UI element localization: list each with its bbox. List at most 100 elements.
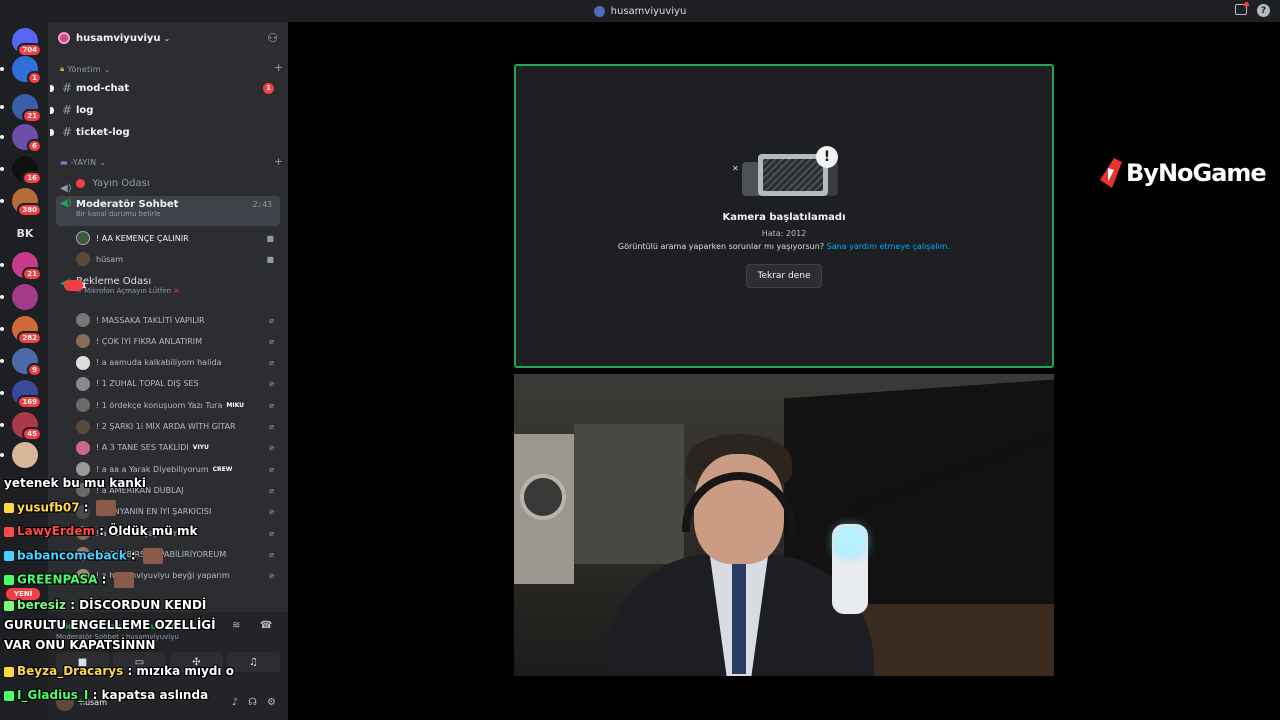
unread-pill bbox=[0, 423, 4, 427]
channel-label: Yayın Odası bbox=[92, 178, 150, 189]
live-dot-icon bbox=[76, 178, 85, 188]
help-link[interactable]: Sana yardım etmeye çalışalım. bbox=[827, 242, 951, 251]
voice-channel-bekleme[interactable]: ◀) Bekleme Odası ✕ Mikrofon Açmayın Lütf… bbox=[56, 276, 280, 306]
server-icon[interactable]: 282 bbox=[0, 316, 42, 345]
channel-ticket-log[interactable]: # ticket-log bbox=[50, 122, 280, 142]
server-icon[interactable]: 45 bbox=[0, 412, 42, 441]
server-icon[interactable]: 380 bbox=[0, 188, 42, 217]
help-icon[interactable]: ? bbox=[1257, 4, 1270, 17]
voice-user[interactable]: ! DÜNYANIN EN İYİ ŞARKICISI ⌀ bbox=[76, 502, 284, 522]
avatar[interactable] bbox=[56, 693, 74, 711]
server-icon[interactable]: 1 bbox=[0, 56, 42, 85]
avatar bbox=[76, 376, 90, 391]
voice-user[interactable]: ! a aamuda kalkabiliyom halida ⌀ bbox=[76, 353, 284, 373]
unread-pill bbox=[0, 359, 4, 363]
unread-pill bbox=[0, 391, 4, 395]
server-icon[interactable]: 9 bbox=[0, 348, 42, 377]
camera-error-illustration: ✕ ! bbox=[732, 146, 842, 204]
channel-status-text: Mikrofon Açmayın Lütfen bbox=[84, 287, 172, 295]
soundboard-button[interactable]: ♫ bbox=[227, 652, 280, 672]
server-badge: 6 bbox=[27, 139, 42, 153]
voice-user[interactable]: ! 1 ördekçe konuşuom Yazı Tura MIKU ⌀ bbox=[76, 395, 284, 415]
username: ! 2 ŞARKI 1i MİX ARDA WİTH GİTAR bbox=[96, 422, 236, 431]
muted-mic-icon: ⌀ bbox=[269, 507, 274, 517]
voice-user[interactable]: ! 1 ZUHAL TOPAL DIŞ SES ⌀ bbox=[76, 374, 284, 394]
muted-mic-icon: ⌀ bbox=[269, 571, 274, 581]
unread-pill bbox=[0, 105, 4, 109]
connection-location[interactable]: Moderatör Sohbet / husamviyuviyu bbox=[56, 633, 179, 641]
gear-icon[interactable]: ⚙ bbox=[267, 697, 276, 708]
voice-channel-moderator[interactable]: ◀) Moderatör Sohbet Bir kanal durumu bel… bbox=[56, 196, 280, 226]
invite-people-icon[interactable]: ⚇ bbox=[267, 31, 278, 45]
server-icon[interactable]: 21 bbox=[0, 252, 42, 281]
server-badge: 21 bbox=[22, 267, 42, 281]
server-icon[interactable] bbox=[0, 442, 38, 468]
voice-user[interactable]: ! 2 ŞARKI 1i MİX ARDA WİTH GİTAR ⌀ bbox=[76, 417, 284, 437]
voice-user[interactable]: ! ÇOK İYİ FIKRA ANLATIRIM ⌀ bbox=[76, 331, 284, 351]
voice-user[interactable]: ! a husamviyuviyu beyği yaparım ⌀ bbox=[76, 566, 284, 586]
category-yayin[interactable]: ▬ -YAYIN ⌄ + bbox=[60, 155, 283, 168]
voice-user[interactable]: ! a babanın yapılırım ⌀ bbox=[76, 523, 284, 543]
muted-mic-icon: ⌀ bbox=[269, 315, 274, 325]
lock-icon: 🔒︎ bbox=[60, 64, 65, 73]
voice-user[interactable]: ! MASSAKA TAKLİTİ VAPILIR ⌀ bbox=[76, 310, 284, 330]
voice-channel-yayin[interactable]: ◀) Yayın Odası bbox=[56, 174, 280, 194]
inbox-icon[interactable] bbox=[1235, 2, 1249, 15]
voice-user[interactable]: ! a AMERİKAN DUBLAJ ⌀ bbox=[76, 480, 284, 500]
server-icon[interactable] bbox=[0, 284, 38, 310]
username: ! MASSAKA TAKLİTİ VAPILIR bbox=[96, 315, 205, 325]
noise-suppression-icon[interactable]: ≋ bbox=[232, 620, 240, 631]
add-channel-icon[interactable]: + bbox=[274, 61, 283, 74]
channel-status[interactable]: Bir kanal durumu belirle bbox=[76, 210, 280, 218]
speaker-icon: ◀) bbox=[60, 198, 72, 209]
retry-button[interactable]: Tekrar dene bbox=[746, 264, 822, 288]
server-icon[interactable]: 21 bbox=[0, 94, 42, 123]
voice-user[interactable]: ! a aa a Yarak Diyebiliyorum CREW ⌀ bbox=[76, 459, 284, 479]
avatar bbox=[76, 568, 90, 583]
guild-header[interactable]: husamviyuviyu ⌄ ⚇ bbox=[48, 22, 288, 54]
voice-user[interactable]: ! AA KEMENÇE ÇALINIR ■ bbox=[76, 228, 284, 248]
disconnect-icon[interactable]: ☎ bbox=[260, 620, 272, 631]
hash-icon: # bbox=[62, 125, 73, 139]
unread-pill bbox=[0, 453, 4, 457]
username: ! A 3 TANE SES TAKLİDİ bbox=[96, 443, 189, 453]
channel-log[interactable]: # log bbox=[50, 100, 280, 120]
add-channel-icon[interactable]: + bbox=[274, 155, 283, 168]
role-tag: CREW bbox=[212, 465, 233, 473]
server-badge: 45 bbox=[22, 427, 42, 441]
voice-user[interactable]: ! HİDİRİBİRSİ YAPABİLİRİYOREUM ⌀ bbox=[76, 544, 284, 564]
voice-user[interactable]: hüsam ■ bbox=[76, 249, 284, 269]
server-initials: BK bbox=[16, 226, 34, 240]
username: ! AA KEMENÇE ÇALINIR bbox=[96, 233, 189, 243]
activities-button[interactable]: ✣ bbox=[170, 652, 223, 672]
camera-button[interactable]: ■ bbox=[56, 652, 109, 672]
channel-label: ticket-log bbox=[76, 126, 130, 138]
avatar bbox=[76, 355, 90, 370]
unread-pill bbox=[0, 67, 4, 71]
channel-label: mod-chat bbox=[76, 82, 130, 94]
channel-sidebar: husamviyuviyu ⌄ ⚇ 🔒︎ Yönetim ⌄ + # mod-c… bbox=[48, 22, 288, 720]
channel-mod-chat[interactable]: # mod-chat 1 bbox=[50, 78, 280, 98]
current-username: hüsam bbox=[80, 697, 108, 707]
avatar bbox=[76, 483, 90, 498]
server-icon[interactable]: 169 bbox=[0, 380, 42, 409]
server-badge: 380 bbox=[17, 203, 42, 217]
activities-icon: ✣ bbox=[192, 656, 201, 668]
server-badge: 704 bbox=[17, 43, 42, 57]
muted-mic-icon: ⌀ bbox=[269, 549, 274, 559]
category-yonetim[interactable]: 🔒︎ Yönetim ⌄ + bbox=[60, 61, 283, 74]
server-rail: 704 1 21 6 16 380 BK 21 282 9 169 45 bbox=[0, 22, 48, 720]
server-icon[interactable]: 6 bbox=[0, 124, 42, 153]
microphone-icon[interactable]: ♪ bbox=[232, 697, 238, 708]
server-icon[interactable]: 704 bbox=[12, 28, 42, 57]
server-badge: 1 bbox=[27, 71, 42, 85]
headphones-icon[interactable]: ☊ bbox=[248, 697, 257, 708]
server-icon[interactable]: 16 bbox=[0, 156, 42, 185]
screen-share-button[interactable]: ▭ bbox=[113, 652, 166, 672]
server-icon[interactable]: BK bbox=[12, 220, 38, 246]
hash-icon: # bbox=[62, 81, 73, 95]
voice-user[interactable]: ! A 3 TANE SES TAKLİDİ VIYU ⌀ bbox=[76, 438, 284, 458]
close-icon: ✕ bbox=[732, 164, 739, 173]
camera-icon: ■ bbox=[266, 233, 274, 243]
title-bar: husamviyuviyu ? bbox=[0, 0, 1280, 22]
